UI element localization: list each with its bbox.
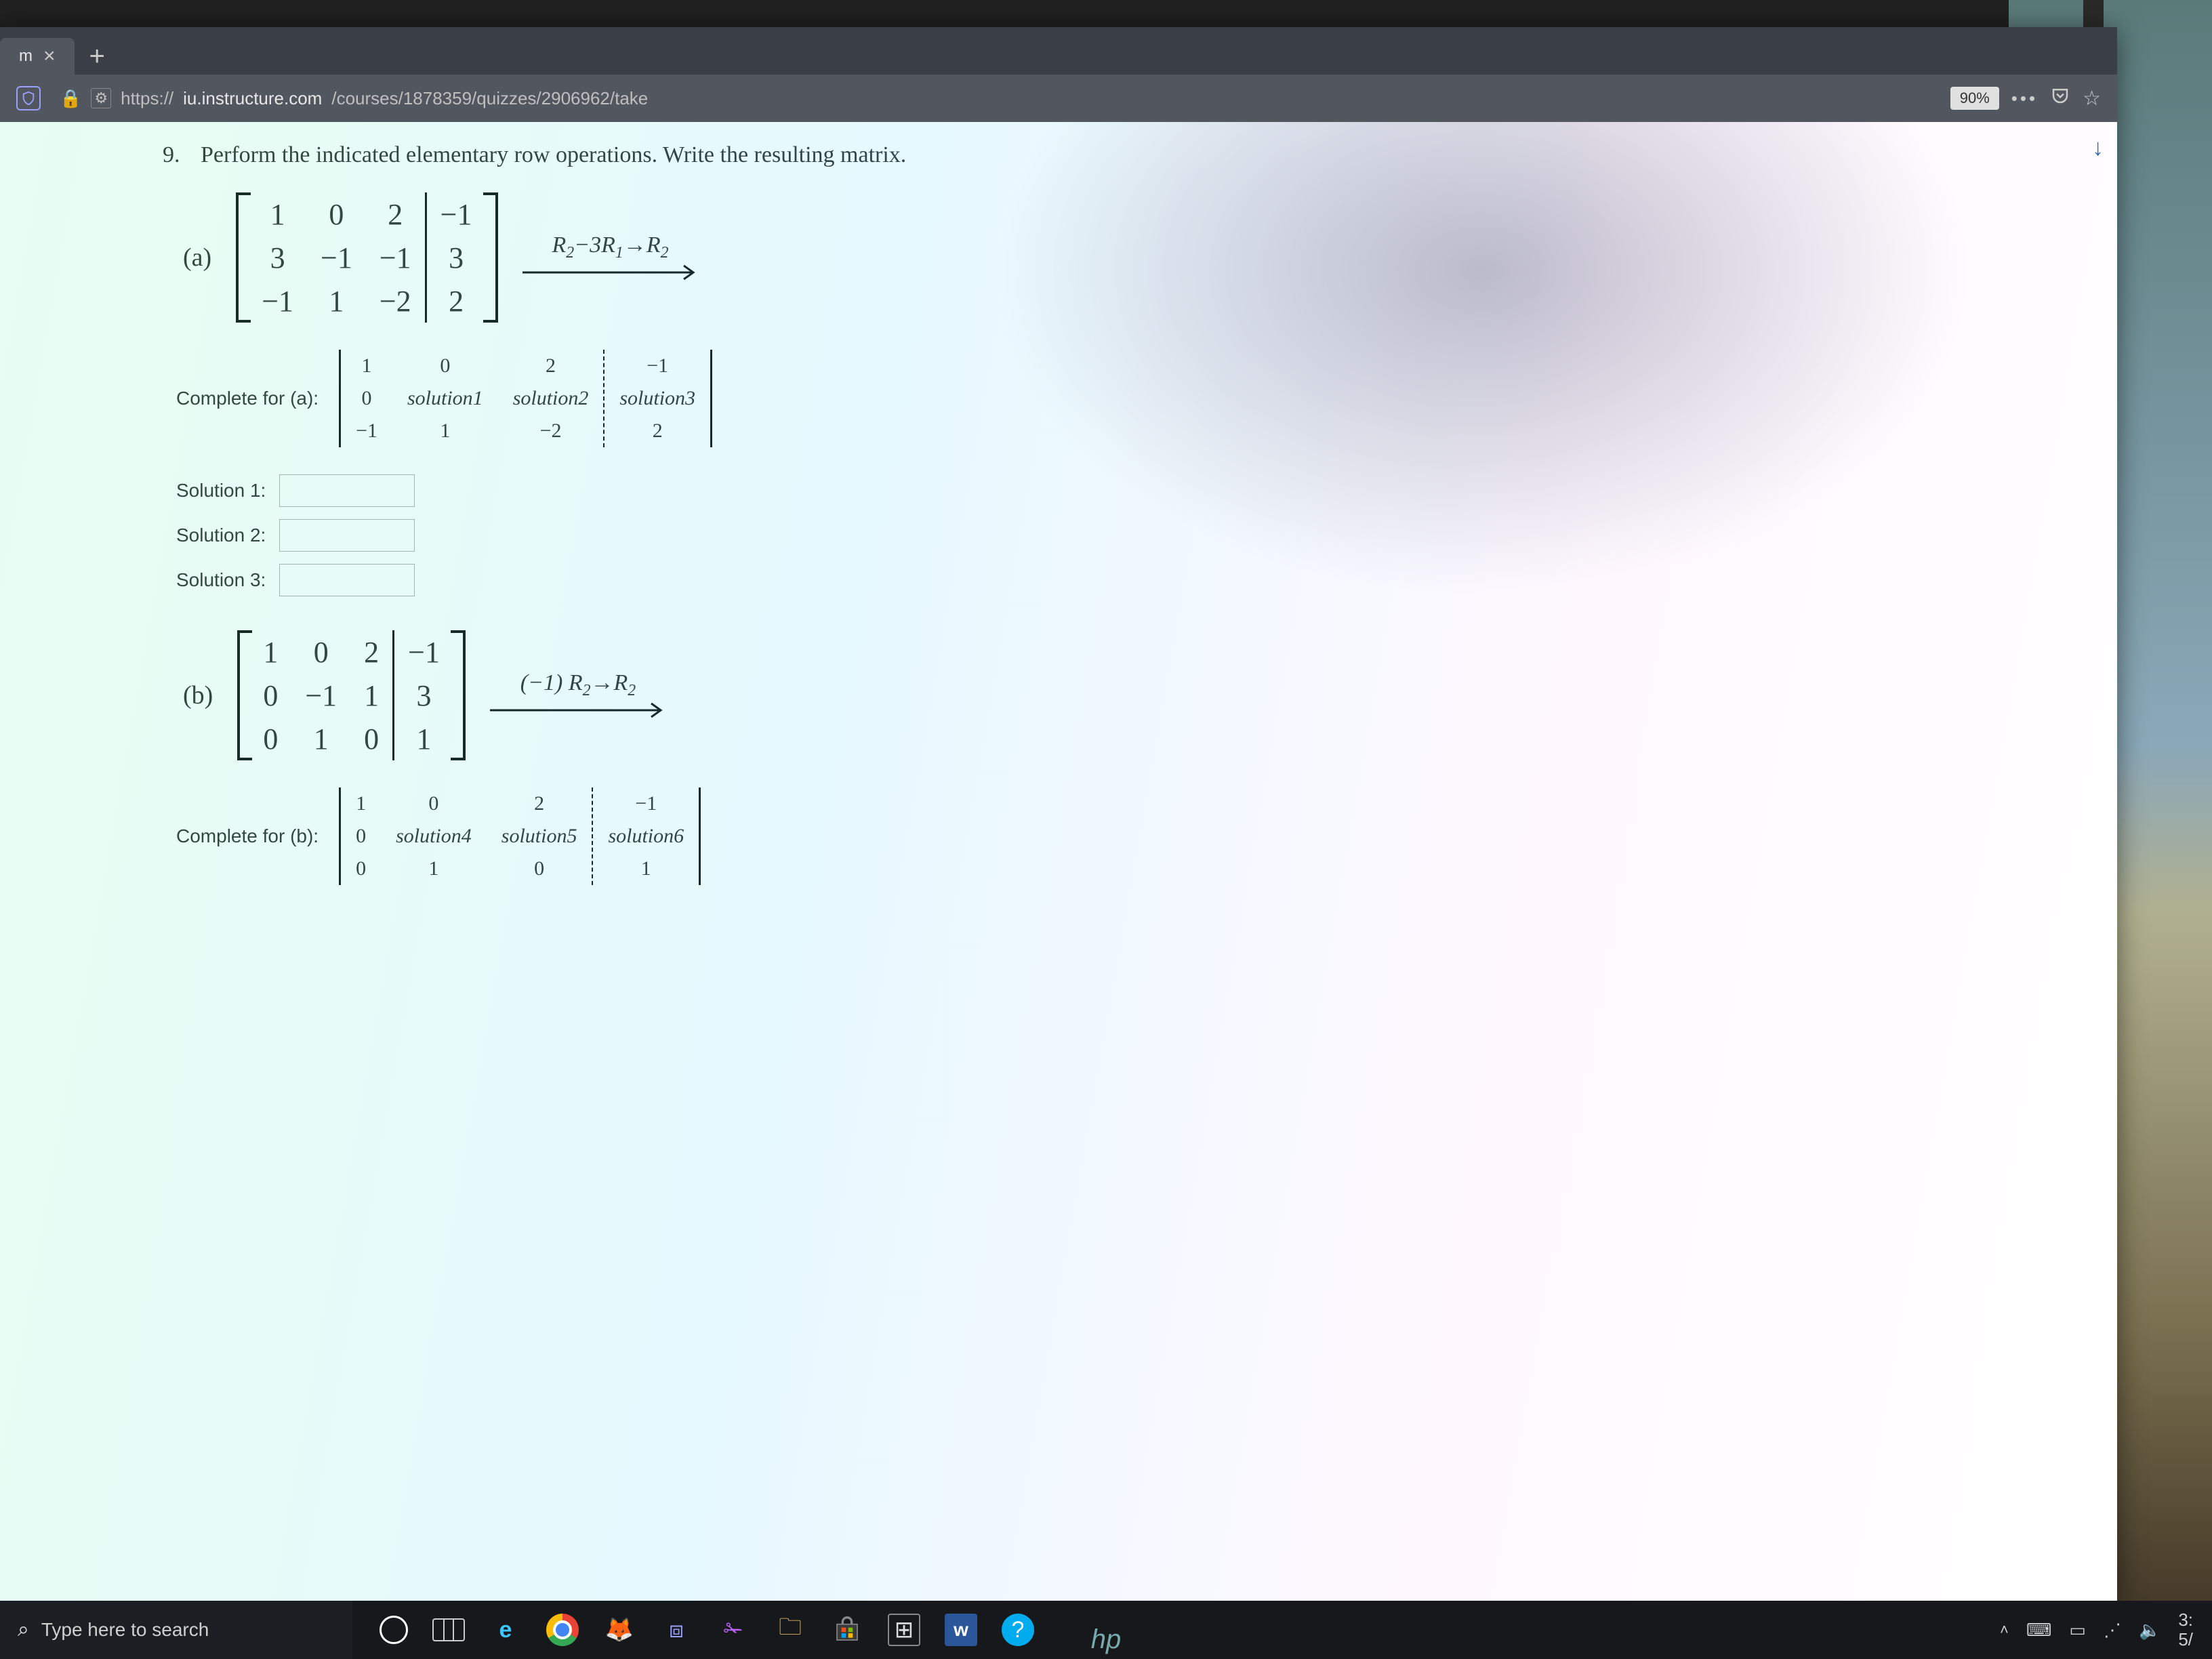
browser-tab[interactable]: m ×	[0, 38, 75, 75]
solution-3-label: Solution 3:	[176, 569, 266, 591]
solution-2-input[interactable]	[279, 519, 415, 552]
solution-3-row: Solution 3:	[176, 564, 2076, 596]
question-number: 9.	[163, 142, 180, 167]
tracking-shield-icon[interactable]	[16, 86, 41, 110]
clock[interactable]: 3: 5/	[2178, 1610, 2193, 1649]
search-placeholder: Type here to search	[41, 1619, 209, 1641]
word-icon[interactable]: w	[945, 1614, 977, 1646]
tray-overflow-icon[interactable]: ˄	[2000, 1621, 2009, 1639]
download-arrow-icon[interactable]: ↓	[2092, 136, 2104, 161]
url-path: /courses/1878359/quizzes/2906962/take	[331, 88, 648, 109]
search-icon: ⌕	[18, 1618, 29, 1641]
complete-b-row: Complete for (b): 1 0 0 0 solution4 1 2 …	[176, 787, 2076, 885]
tab-strip: m × +	[0, 27, 2117, 75]
row-op-arrow-a: R2−3R1→R2	[523, 232, 699, 283]
part-b-label: (b)	[183, 680, 213, 710]
url-host: iu.instructure.com	[183, 88, 322, 109]
close-tab-icon[interactable]: ×	[43, 45, 56, 68]
edge-icon[interactable]: e	[489, 1614, 522, 1646]
dropbox-icon[interactable]: ⧈	[660, 1614, 693, 1646]
zoom-indicator[interactable]: 90%	[1950, 87, 1999, 110]
battery-icon[interactable]: ▭	[2069, 1620, 2086, 1641]
file-explorer-icon[interactable]: 🗀	[774, 1614, 806, 1646]
page-actions-icon[interactable]: •••	[2011, 88, 2038, 109]
part-a: (a) 1 3 −1 0 −1 1 2 −1 −2	[183, 192, 2076, 323]
snip-icon[interactable]: ✁	[717, 1614, 750, 1646]
permissions-icon: ⚙	[91, 88, 111, 108]
system-tray: ˄ ⌨ ▭ ⋰ 🔈 3: 5/	[1981, 1610, 2212, 1649]
part-b: (b) 1 0 0 0 −1 1 2 1 0	[183, 630, 2076, 760]
solution-2-row: Solution 2:	[176, 519, 2076, 552]
date-partial: 5/	[2178, 1629, 2193, 1650]
get-help-icon[interactable]: ?	[1002, 1614, 1034, 1646]
question-text: Perform the indicated elementary row ope…	[201, 142, 906, 167]
task-view-icon[interactable]	[432, 1618, 465, 1641]
time-partial: 3:	[2178, 1610, 2193, 1630]
url-box[interactable]: 🔒 ⚙ https:// iu.instructure.com/courses/1…	[53, 84, 1938, 113]
complete-b-label: Complete for (b):	[176, 825, 319, 847]
solution-1-row: Solution 1:	[176, 474, 2076, 507]
solution-1-input[interactable]	[279, 474, 415, 507]
page-content: ↓ 9. Perform the indicated elementary ro…	[0, 122, 2117, 1605]
url-scheme: https://	[121, 88, 173, 109]
cortana-icon[interactable]	[380, 1616, 408, 1644]
part-a-matrix: 1 3 −1 0 −1 1 2 −1 −2 −1 3	[236, 192, 497, 323]
taskbar-pinned-apps: e 🦊 ⧈ ✁ 🗀 ⊞ w ?	[380, 1614, 1034, 1646]
browser-window: m × + 🔒 ⚙ https:// iu.instructure.com/cou…	[0, 27, 2117, 1605]
complete-a-label: Complete for (a):	[176, 388, 319, 409]
bookmark-star-icon[interactable]: ☆	[2083, 87, 2101, 110]
address-bar: 🔒 ⚙ https:// iu.instructure.com/courses/1…	[0, 75, 2117, 122]
row-op-a-text: R2−3R1→R2	[552, 232, 668, 262]
complete-a-matrix: 1 0 −1 0 solution1 1 2 solution2 −2 −1	[339, 350, 712, 447]
solution-1-label: Solution 1:	[176, 480, 266, 501]
part-b-matrix: 1 0 0 0 −1 1 2 1 0 −1 3 1	[237, 630, 466, 760]
new-tab-button[interactable]: +	[76, 39, 119, 75]
solution-3-input[interactable]	[279, 564, 415, 596]
row-op-b-text: (−1) R2→R2	[520, 670, 636, 700]
volume-icon[interactable]: 🔈	[2139, 1620, 2160, 1641]
complete-b-matrix: 1 0 0 0 solution4 1 2 solution5 0 −1	[339, 787, 701, 885]
chrome-icon[interactable]	[546, 1614, 579, 1646]
keyboard-icon[interactable]: ⌨	[2026, 1620, 2052, 1641]
complete-a-row: Complete for (a): 1 0 −1 0 solution1 1 2…	[176, 350, 2076, 447]
hp-logo: hp	[1091, 1624, 1122, 1655]
part-a-label: (a)	[183, 243, 211, 272]
solution-2-label: Solution 2:	[176, 525, 266, 546]
firefox-icon[interactable]: 🦊	[603, 1614, 636, 1646]
calculator-icon[interactable]: ⊞	[888, 1614, 920, 1646]
lock-icon: 🔒	[60, 88, 81, 109]
taskbar-search[interactable]: ⌕ Type here to search	[0, 1601, 352, 1659]
question-prompt: 9. Perform the indicated elementary row …	[163, 142, 2076, 168]
row-op-arrow-b: (−1) R2→R2	[490, 670, 666, 720]
microsoft-store-icon[interactable]	[831, 1614, 863, 1646]
wifi-icon[interactable]: ⋰	[2104, 1620, 2121, 1641]
tab-title: m	[19, 47, 33, 66]
pocket-icon[interactable]	[2050, 85, 2070, 111]
